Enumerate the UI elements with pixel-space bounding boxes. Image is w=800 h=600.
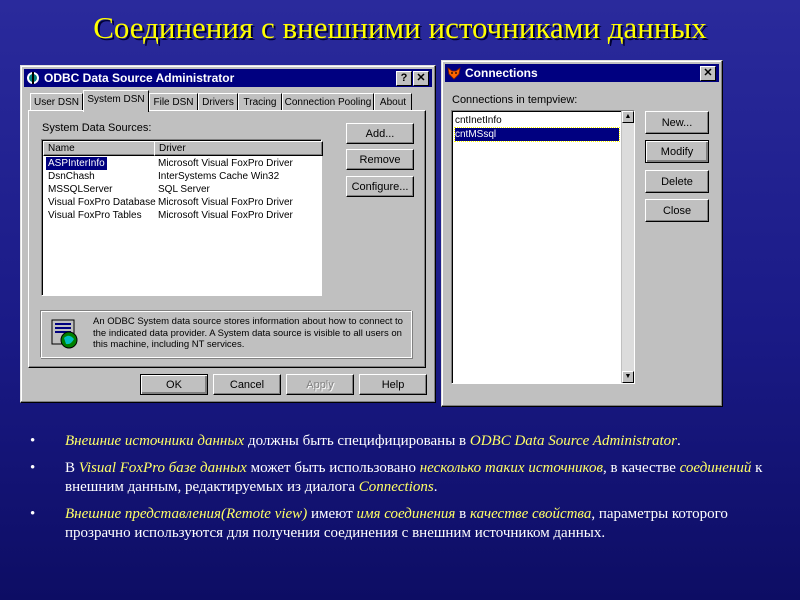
column-header-driver[interactable]: Driver [154,141,323,156]
odbc-titlebar[interactable]: ODBC Data Source Administrator ? ✕ [24,69,432,87]
connections-titlebar[interactable]: Connections ✕ [445,64,719,82]
connections-close-icon[interactable]: ✕ [700,66,716,81]
row-driver: InterSystems Cache Win32 [158,171,280,182]
bullet-item: • Внешние источники данных должны быть с… [30,432,790,451]
column-header-name[interactable]: Name [43,141,158,156]
bullet-dot: • [30,506,36,522]
table-row[interactable]: ASPInterInfo Microsoft Visual FoxPro Dri… [45,157,319,170]
add-button[interactable]: Add... [346,123,414,144]
new-button[interactable]: New... [645,111,709,134]
data-source-rows: ASPInterInfo Microsoft Visual FoxPro Dri… [45,157,319,237]
row-driver: SQL Server [158,184,210,195]
table-row[interactable]: DsnChash InterSystems Cache Win32 [45,170,319,183]
bullet-text: качестве свойства [470,506,592,522]
configure-button[interactable]: Configure... [346,176,414,197]
tab-file-dsn[interactable]: File DSN [149,93,198,111]
remove-button[interactable]: Remove [346,149,414,170]
close-icon[interactable]: ✕ [413,71,429,86]
vertical-scrollbar[interactable]: ▲ ▼ [621,111,634,383]
modify-button[interactable]: Modify [645,140,709,163]
connections-list[interactable]: cntInetInfo cntMSsql ▲ ▼ [451,110,635,384]
bullet-dot: • [30,433,36,449]
bullet-text: в [455,506,470,522]
table-row[interactable]: MSSQLServer SQL Server [45,183,319,196]
list-item[interactable]: cntInetInfo [455,114,502,127]
row-driver: Microsoft Visual FoxPro Driver [158,210,293,221]
bullet-text: Visual FoxPro базе данных [78,460,247,476]
connections-title: Connections [465,66,538,80]
help-button[interactable]: Help [359,374,427,395]
fox-icon [447,67,461,80]
odbc-info-icon [51,319,78,349]
ok-button[interactable]: OK [140,374,208,395]
tab-tracing[interactable]: Tracing [238,93,282,111]
slide-title: Соединения с внешними источниками данных [93,10,707,45]
bullet-text: несколько таких источников [419,460,603,476]
tab-system-dsn[interactable]: System DSN [83,90,149,112]
connections-list-label: Connections in tempview: [452,94,578,106]
tab-drivers[interactable]: Drivers [198,93,238,111]
row-name: MSSQLServer [48,184,113,195]
odbc-app-icon [27,72,39,84]
column-header-row: Name Driver [43,141,323,156]
odbc-title: ODBC Data Source Administrator [44,71,235,85]
bullet-list: • Внешние источники данных должны быть с… [30,432,790,551]
scroll-down-icon[interactable]: ▼ [622,371,634,383]
bullet-item: • В Visual FoxPro базе данных может быть… [30,459,790,497]
bullet-text: имя соединения [356,506,456,522]
close-button[interactable]: Close [645,199,709,222]
bullet-item: • Внешние представления(Remote view) име… [30,505,790,543]
table-row[interactable]: Visual FoxPro Tables Microsoft Visual Fo… [45,209,319,222]
list-item[interactable]: cntMSsql [454,127,620,142]
tab-connection-pooling[interactable]: Connection Pooling [282,93,374,111]
bullet-text: Внешние источники данных [65,433,245,449]
row-name: DsnChash [48,171,95,182]
bullet-text: , в качестве [603,460,680,476]
tab-about[interactable]: About [374,93,412,111]
help-icon[interactable]: ? [396,71,412,86]
table-row[interactable]: Visual FoxPro Database Microsoft Visual … [45,196,319,209]
bullet-text: имеют [307,506,357,522]
bullet-text: может быть использовано [246,460,420,476]
system-data-sources-label: System Data Sources: [42,122,152,134]
data-source-list[interactable]: Name Driver ASPInterInfo Microsoft Visua… [41,139,323,296]
delete-button[interactable]: Delete [645,170,709,193]
info-group: An ODBC System data source stores inform… [40,310,412,358]
apply-button[interactable]: Apply [286,374,354,395]
row-name: Visual FoxPro Database [48,197,156,208]
row-driver: Microsoft Visual FoxPro Driver [158,158,293,169]
bullet-text: Внешние представления(Remote view) [65,506,308,522]
bullet-text: В [65,460,79,476]
row-driver: Microsoft Visual FoxPro Driver [158,197,293,208]
bullet-dot: • [30,460,36,476]
bullet-text: ODBC Data Source Administrator [469,433,677,449]
row-name: Visual FoxPro Tables [48,210,142,221]
tab-user-dsn[interactable]: User DSN [30,93,83,111]
bullet-text: должны быть специфицированы в [244,433,470,449]
bullet-text: соединений [679,460,752,476]
info-text: An ODBC System data source stores inform… [93,316,403,350]
row-name: ASPInterInfo [46,157,107,170]
bullet-text: . [676,433,681,449]
scroll-up-icon[interactable]: ▲ [622,111,634,123]
bullet-text: Connections [358,479,434,495]
cancel-button[interactable]: Cancel [213,374,281,395]
bullet-text: . [433,479,438,495]
